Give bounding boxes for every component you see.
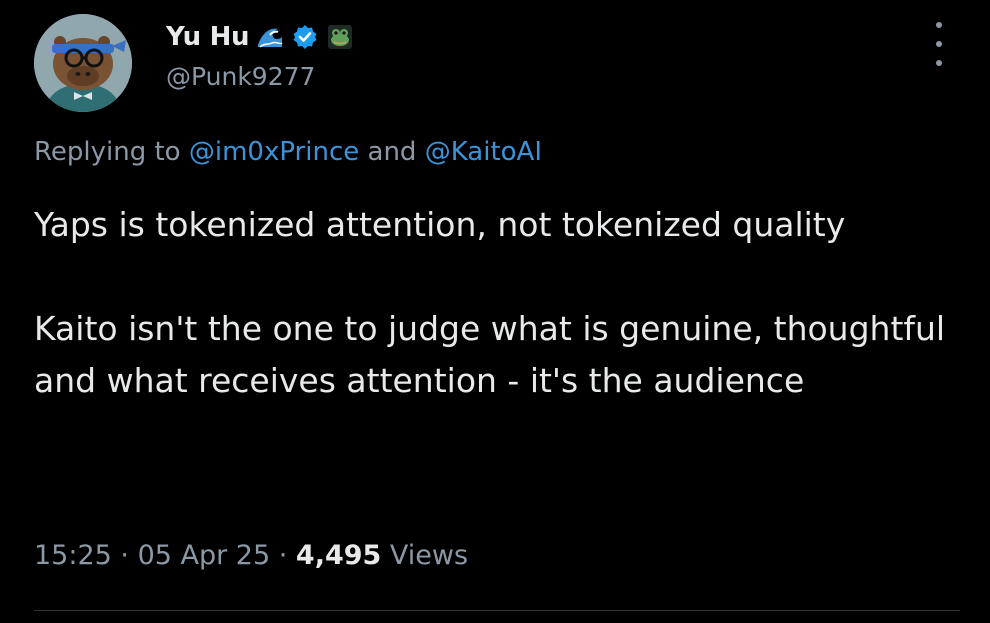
tweet-time[interactable]: 15:25 — [34, 540, 112, 571]
meta-separator: · — [111, 540, 138, 571]
mention-link[interactable]: @im0xPrince — [189, 137, 359, 167]
avatar[interactable] — [34, 14, 132, 112]
wave-icon — [256, 23, 284, 51]
capybara-avatar-icon — [34, 14, 132, 112]
more-dot — [936, 22, 942, 28]
views-count[interactable]: 4,495 — [296, 540, 381, 571]
tweet-text: Yaps is tokenized attention, not tokeniz… — [34, 199, 964, 407]
tweet-meta: 15:25 · 05 Apr 25 · 4,495 Views — [34, 540, 468, 571]
author-name-row: Yu Hu — [166, 20, 354, 54]
tweet-paragraph: Kaito isn't the one to judge what is gen… — [34, 309, 946, 400]
more-dot — [936, 60, 942, 66]
divider — [34, 610, 960, 611]
mention-link[interactable]: @KaitoAI — [425, 137, 542, 167]
meta-separator: · — [270, 540, 296, 571]
views-label: Views — [381, 540, 469, 571]
author-handle[interactable]: @Punk9277 — [166, 62, 315, 91]
tweet-date[interactable]: 05 Apr 25 — [138, 540, 271, 571]
more-options-icon[interactable] — [928, 22, 950, 66]
tweet-paragraph: Yaps is tokenized attention, not tokeniz… — [34, 205, 846, 244]
replying-to-prefix: Replying to — [34, 137, 189, 167]
replying-to-conjunction: and — [359, 137, 425, 167]
tweet-card: Yu Hu @Punk9277 Replying to @im0xPrince … — [0, 0, 990, 623]
frog-emoji-icon — [326, 23, 354, 51]
replying-to-line: Replying to @im0xPrince and @KaitoAI — [34, 137, 542, 167]
more-dot — [936, 41, 942, 47]
verified-badge-icon[interactable] — [291, 23, 319, 51]
author-display-name[interactable]: Yu Hu — [166, 22, 250, 52]
